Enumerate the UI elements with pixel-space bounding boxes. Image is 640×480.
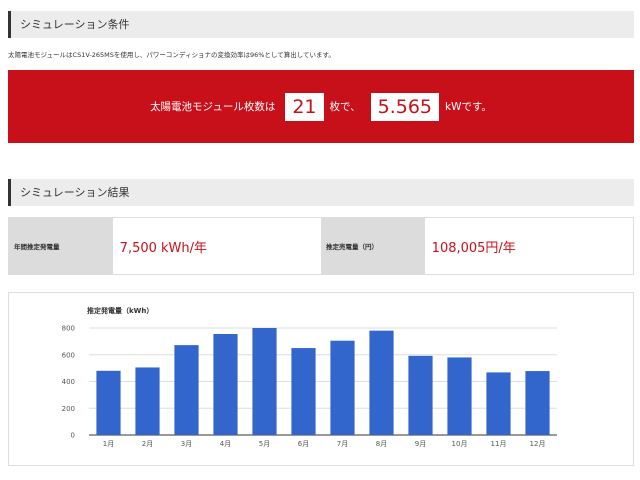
x-tick-label: 10月 — [452, 440, 468, 448]
x-tick-label: 6月 — [298, 440, 309, 448]
x-tick-label: 4月 — [220, 440, 231, 448]
chart-bar — [525, 371, 550, 435]
banner-middle: 枚で、 — [329, 101, 361, 113]
y-tick-label: 800 — [62, 325, 75, 333]
chart-bar — [96, 370, 121, 435]
annual-generation-label: 年間推定発電量 — [9, 218, 113, 274]
x-tick-label: 12月 — [530, 440, 546, 448]
estimated-sales-label: 推定売電量（円） — [321, 218, 425, 274]
y-tick-label: 200 — [62, 405, 75, 413]
generation-chart: 推定発電量（kWh） 0 200 400 600 800 1月 2月 3月 4月 5月 6月 7月 8月… — [8, 292, 634, 466]
x-tick-label: 7月 — [337, 440, 348, 448]
chart-bar — [447, 357, 472, 435]
chart-bar — [135, 367, 160, 435]
estimated-sales-value: 108,005円/年 — [431, 240, 516, 256]
banner-prefix: 太陽電池モジュール枚数は — [150, 101, 276, 113]
chart-bar — [369, 330, 394, 435]
results-summary: 年間推定発電量 7,500 kWh/年 推定売電量（円） 108,005円/年 — [8, 217, 634, 275]
x-tick-label: 3月 — [181, 440, 192, 448]
chart-bar — [486, 372, 511, 435]
chart-bar — [252, 328, 277, 435]
chart-bar — [174, 345, 199, 435]
chart-svg: 0 200 400 600 800 1月 2月 3月 4月 5月 6月 7月 8月 9月 10月 11月 12月 — [62, 325, 557, 448]
results-header: シミュレーション結果 — [8, 179, 634, 206]
system-capacity: 5.565 — [370, 92, 440, 121]
chart-bar — [291, 348, 316, 435]
x-tick-label: 5月 — [259, 440, 270, 448]
y-tick-label: 0 — [71, 432, 75, 440]
annual-generation-value: 7,500 kWh/年 — [119, 240, 208, 256]
banner-suffix: kWです。 — [445, 101, 492, 113]
panel-count: 21 — [285, 92, 324, 121]
x-tick-label: 8月 — [376, 440, 387, 448]
x-tick-label: 1月 — [103, 440, 114, 448]
x-tick-label: 11月 — [491, 440, 507, 448]
chart-bar — [213, 334, 238, 435]
conditions-note: 太陽電池モジュールはCS1V-265MSを使用し、パワーコンディショナの変換効率… — [8, 51, 335, 59]
chart-bar — [330, 340, 355, 435]
y-tick-label: 400 — [62, 378, 75, 386]
x-tick-label: 9月 — [415, 440, 426, 448]
chart-bar — [408, 355, 433, 435]
conditions-header: シミュレーション条件 — [8, 11, 634, 38]
result-banner: 太陽電池モジュール枚数は 21 枚で、 5.565 kWです。 — [8, 70, 634, 143]
y-tick-label: 600 — [62, 351, 75, 359]
x-tick-label: 2月 — [142, 440, 153, 448]
